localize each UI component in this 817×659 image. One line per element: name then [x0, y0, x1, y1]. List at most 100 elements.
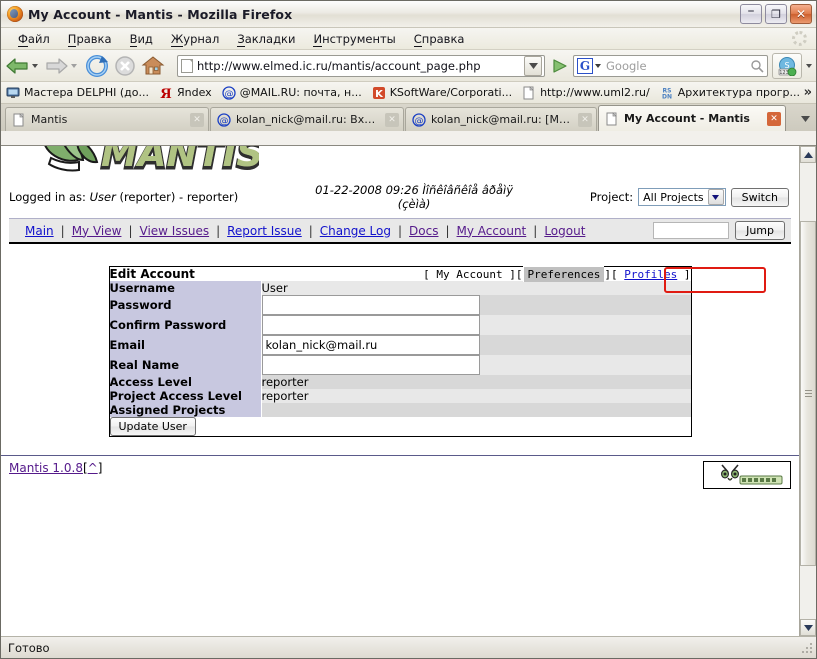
bracket-open: [ — [423, 267, 430, 281]
page-icon — [181, 58, 193, 73]
nav-separator: | — [128, 223, 133, 238]
mailru-icon: @ — [222, 85, 236, 100]
nav-link-change-log[interactable]: Change Log — [320, 224, 391, 238]
menu-item-view[interactable]: Вид — [121, 30, 162, 48]
search-box[interactable]: G Google — [573, 54, 768, 77]
reload-button[interactable] — [85, 54, 109, 78]
mantis-logo-icon: MANTIS MANTIS MANTIS — [44, 146, 259, 178]
yandex-icon: Я — [159, 86, 173, 102]
bookmark-label: Архитектура прогр... — [677, 86, 800, 99]
tab-mail-inbox[interactable]: @ kolan_nick@mail.ru: Входя... ✕ — [210, 107, 404, 131]
menu-item-file[interactable]: Файл — [9, 30, 59, 48]
tab-close-icon[interactable]: ✕ — [190, 112, 204, 127]
url-dropdown-button[interactable] — [524, 55, 542, 76]
project-select[interactable]: All Projects — [638, 188, 726, 206]
menu-view-rest: ид — [137, 31, 153, 46]
real-name-input[interactable] — [261, 355, 480, 375]
table-row-project-access-level: Project Access Level reporter — [109, 389, 691, 403]
confirm-password-input[interactable] — [261, 315, 480, 335]
firefox-icon — [7, 6, 23, 22]
resize-grip-icon[interactable] — [800, 641, 814, 655]
menu-history-rest: урнал — [183, 31, 220, 46]
nav-link-docs[interactable]: Docs — [409, 224, 438, 238]
reload-icon — [86, 54, 108, 77]
bookmark-yandex[interactable]: Я Яndex — [159, 86, 211, 102]
skype-icon: S 123 — [778, 56, 797, 76]
bookmark-mailru[interactable]: @ @MAIL.RU: почта, н... — [222, 85, 362, 100]
rsdn-icon: RS DN — [660, 86, 674, 100]
skype-dropdown-icon[interactable] — [806, 63, 812, 68]
vertical-scrollbar[interactable] — [799, 146, 816, 636]
password-input[interactable] — [261, 295, 480, 315]
nav-link-main[interactable]: Main — [25, 224, 54, 238]
tab-my-account-mantis[interactable]: My Account - Mantis ✕ — [598, 105, 786, 131]
window-title: My Account - Mantis - Mozilla Firefox — [28, 6, 293, 22]
nav-link-report-issue[interactable]: Report Issue — [227, 224, 302, 238]
menu-item-history[interactable]: Журнал — [162, 30, 228, 48]
menu-file-rest: айл — [27, 31, 50, 46]
jump-button[interactable]: Jump — [735, 221, 785, 240]
forward-button[interactable] — [44, 56, 82, 76]
submit-cell: Update User — [109, 417, 691, 437]
back-to-top-link[interactable]: ^ — [88, 461, 98, 475]
stop-button[interactable] — [113, 54, 137, 78]
menu-item-edit[interactable]: Правка — [59, 30, 121, 48]
tab-close-icon[interactable]: ✕ — [767, 111, 781, 126]
menu-item-help[interactable]: Справка — [405, 30, 474, 48]
row-value-real-name — [261, 355, 691, 375]
back-dropdown-icon[interactable] — [32, 63, 38, 68]
window-controls: – ❐ ✕ — [740, 4, 812, 24]
nav-link-view-issues[interactable]: View Issues — [140, 224, 210, 238]
home-button[interactable] — [141, 54, 165, 78]
search-input[interactable]: Google — [606, 59, 747, 73]
page-icon — [522, 85, 536, 100]
nav-link-my-view[interactable]: My View — [72, 224, 122, 238]
bookmark-rsdn[interactable]: RS DN Архитектура прогр... — [660, 86, 800, 100]
account-tab-preferences[interactable]: Preferences — [522, 265, 605, 282]
chevron-down-icon[interactable] — [707, 189, 724, 205]
forward-dropdown-icon[interactable] — [71, 63, 77, 68]
url-bar[interactable]: http://www.elmed.ic.ru/mantis/account_pa… — [177, 54, 545, 77]
nav-link-logout[interactable]: Logout — [544, 224, 585, 238]
magnifier-icon[interactable] — [747, 59, 767, 73]
mantis-version-link[interactable]: Mantis 1.0.8 — [9, 461, 83, 475]
skype-button[interactable]: S 123 — [772, 52, 802, 79]
tab-close-icon[interactable]: ✕ — [385, 112, 399, 127]
account-tab-my-account[interactable]: My Account — [436, 268, 502, 281]
menu-item-bookmarks[interactable]: Закладки — [228, 30, 304, 48]
tab-mail-mantis[interactable]: @ kolan_nick@mail.ru: [Manti... ✕ — [405, 107, 597, 131]
url-input[interactable]: http://www.elmed.ic.ru/mantis/account_pa… — [197, 59, 524, 73]
back-button[interactable] — [5, 56, 43, 76]
page-icon — [12, 112, 26, 127]
bookmark-label: http://www.uml2.ru/ — [540, 86, 650, 99]
switch-project-button[interactable]: Switch — [730, 187, 789, 207]
scrollbar-grip — [804, 388, 812, 399]
search-engine-dropdown-icon[interactable] — [595, 63, 601, 68]
jump-input[interactable] — [653, 222, 730, 239]
go-button[interactable] — [549, 55, 571, 77]
tab-list-button[interactable] — [796, 107, 814, 131]
scrollbar-thumb[interactable] — [800, 221, 816, 566]
chevron-down-icon — [803, 624, 813, 631]
bookmark-uml2[interactable]: http://www.uml2.ru/ — [522, 85, 650, 100]
bookmark-delphi[interactable]: Мастера DELPHI (до... — [6, 86, 149, 100]
menu-item-tools[interactable]: Инструменты — [304, 30, 404, 48]
logged-in-status: Logged in as: User (reporter) - reporter… — [9, 190, 238, 204]
close-button[interactable]: ✕ — [790, 4, 812, 24]
svg-text:K: K — [375, 89, 384, 100]
bookmarks-toolbar: Мастера DELPHI (до... Я Яndex @ @MAIL.RU… — [1, 82, 816, 104]
powered-by-mantis-logo[interactable] — [703, 461, 791, 489]
scroll-up-button[interactable] — [800, 146, 816, 163]
email-input[interactable] — [261, 335, 480, 355]
bookmark-ksoftware[interactable]: K KSoftWare/Corporati... — [372, 86, 512, 100]
update-user-button[interactable]: Update User — [109, 417, 196, 436]
bookmarks-overflow-button[interactable]: » — [804, 85, 812, 100]
scroll-down-button[interactable] — [800, 619, 816, 636]
tab-close-icon[interactable]: ✕ — [578, 112, 592, 127]
tab-mantis[interactable]: Mantis ✕ — [5, 107, 209, 131]
nav-link-my-account[interactable]: My Account — [457, 224, 527, 238]
bookmark-label: KSoftWare/Corporati... — [389, 86, 513, 99]
minimize-button[interactable]: – — [740, 4, 762, 24]
maximize-button[interactable]: ❐ — [765, 4, 787, 24]
account-tab-profiles[interactable]: Profiles — [624, 268, 677, 281]
